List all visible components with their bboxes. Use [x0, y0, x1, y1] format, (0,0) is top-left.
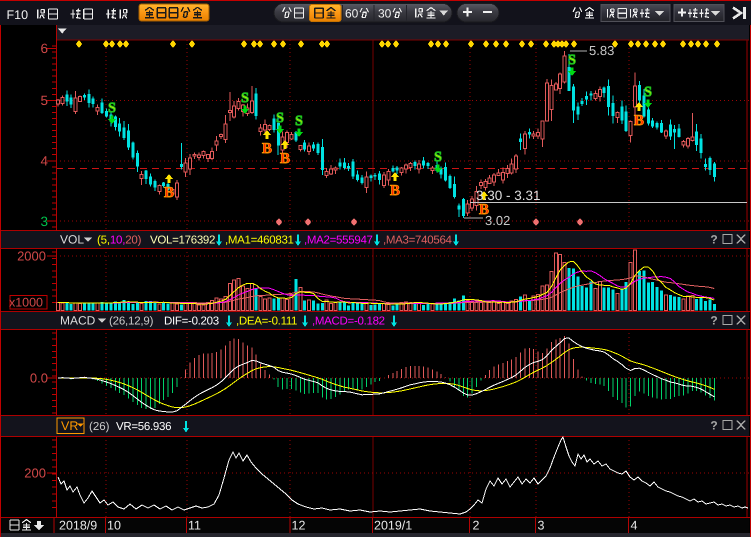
svg-text:2019/1: 2019/1: [374, 519, 412, 533]
svg-text:S: S: [295, 114, 303, 129]
svg-text:4: 4: [631, 519, 638, 533]
svg-text:S: S: [644, 85, 652, 100]
svg-text:x1000: x1000: [9, 296, 43, 310]
svg-text:S: S: [276, 111, 284, 126]
svg-text:S: S: [434, 150, 442, 165]
svg-text:MACD: MACD: [60, 314, 96, 328]
svg-text:,MACD=-0.182: ,MACD=-0.182: [312, 316, 385, 328]
svg-text:2: 2: [473, 519, 480, 533]
svg-text:10: 10: [107, 519, 121, 533]
svg-text:,MA2=555947: ,MA2=555947: [304, 235, 373, 247]
svg-text:3.30 - 3.31: 3.30 - 3.31: [476, 188, 541, 203]
svg-text:VOL=176392: VOL=176392: [150, 235, 215, 247]
svg-text:S: S: [568, 53, 576, 68]
svg-text:3: 3: [40, 214, 48, 229]
svg-text:,MA1=460831: ,MA1=460831: [225, 235, 294, 247]
svg-text:4: 4: [40, 154, 48, 169]
svg-text:B: B: [164, 185, 174, 201]
svg-text:(5,10,20): (5,10,20): [97, 235, 142, 247]
svg-text:60: 60: [345, 7, 359, 21]
svg-text:6: 6: [40, 41, 48, 56]
svg-text:?: ?: [710, 419, 717, 433]
svg-text:VR: VR: [61, 419, 78, 433]
svg-text:12: 12: [292, 519, 306, 533]
svg-text:B: B: [390, 183, 400, 199]
svg-text:VOL: VOL: [60, 233, 84, 247]
svg-text:3: 3: [538, 519, 545, 533]
svg-text:B: B: [262, 141, 272, 157]
svg-text:B: B: [634, 113, 644, 129]
svg-text:(26,12,9): (26,12,9): [109, 316, 154, 328]
svg-text:S: S: [241, 91, 249, 106]
svg-text:,DEA=-0.111: ,DEA=-0.111: [236, 316, 297, 328]
svg-text:2000: 2000: [17, 249, 46, 264]
svg-text:?: ?: [710, 314, 717, 328]
svg-text:VR=56.936: VR=56.936: [116, 421, 171, 433]
svg-text:F10: F10: [7, 8, 29, 22]
svg-text:0.0: 0.0: [30, 371, 48, 386]
svg-text:DIF=-0.203: DIF=-0.203: [164, 316, 219, 328]
svg-text:5: 5: [40, 93, 48, 108]
svg-text:30: 30: [378, 7, 392, 21]
svg-text:5.83: 5.83: [589, 43, 614, 58]
svg-text:11: 11: [188, 519, 201, 533]
svg-text:S: S: [108, 101, 116, 116]
svg-text:200: 200: [24, 466, 46, 481]
svg-text:,MA3=740564: ,MA3=740564: [383, 235, 453, 247]
svg-text:2018/9: 2018/9: [59, 519, 97, 533]
svg-text:(26): (26): [89, 421, 110, 433]
svg-text:3.02: 3.02: [485, 213, 510, 228]
svg-text:?: ?: [710, 233, 717, 247]
svg-text:B: B: [280, 151, 290, 167]
